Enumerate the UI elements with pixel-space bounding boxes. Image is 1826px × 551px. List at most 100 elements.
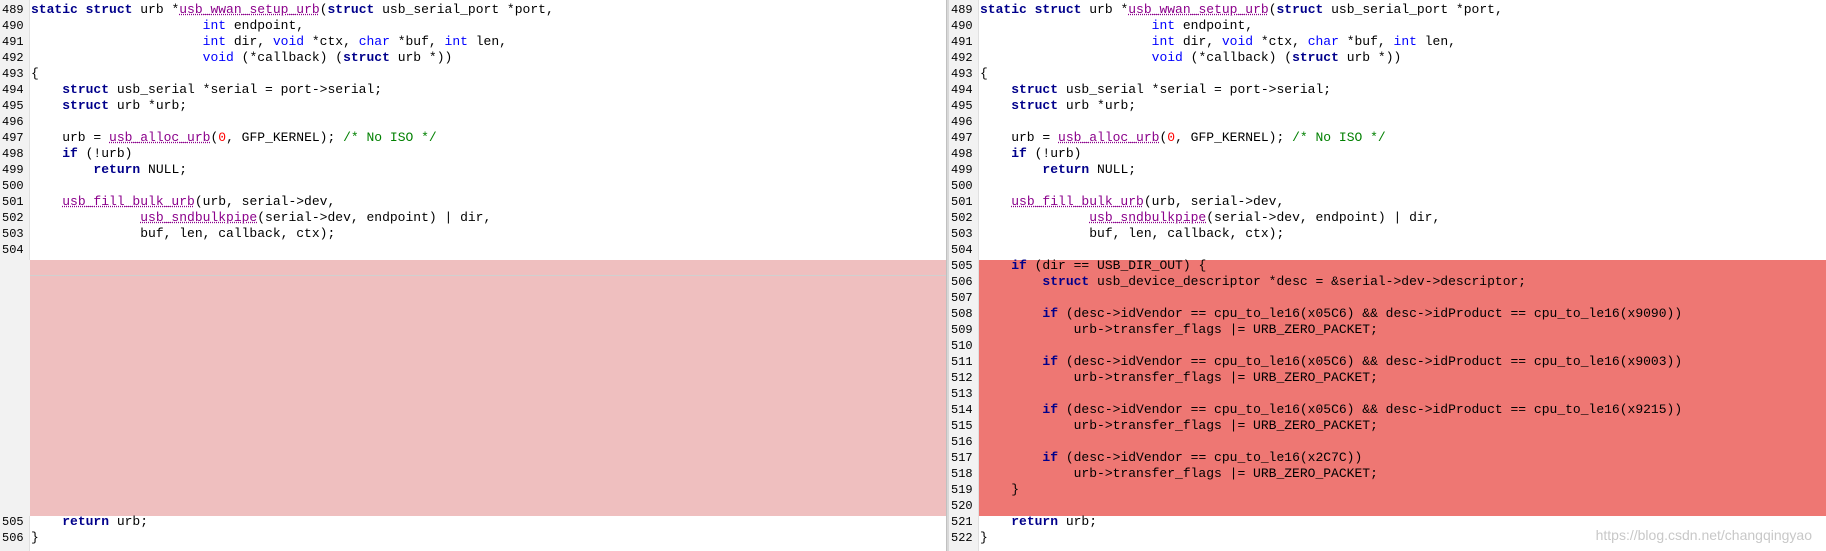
left-code-line[interactable]: 493 { [0,66,946,82]
right-code-line[interactable]: 500 [949,178,1826,194]
left-line-number: 494 [2,83,24,97]
left-code-line[interactable]: 503 buf, len, callback, ctx); [0,226,946,242]
right-line-number: 520 [951,499,973,513]
right-code-line[interactable]: 507 [949,290,1826,306]
right-code-line[interactable]: 502 usb_sndbulkpipe(serial->dev, endpoin… [949,210,1826,226]
right-line-number: 493 [951,67,973,81]
left-line-number: 500 [2,179,24,193]
right-code-line[interactable]: 506 struct usb_device_descriptor *desc =… [949,274,1826,290]
left-code-line[interactable]: 490 int endpoint, [0,18,946,34]
right-code-text: void (*callback) (struct urb *)) [1151,50,1402,65]
right-code-text: if (desc->idVendor == cpu_to_le16(x05C6)… [1042,354,1683,369]
right-code-line[interactable]: 512 urb->transfer_flags |= URB_ZERO_PACK… [949,370,1826,386]
right-code-line[interactable]: 489 static struct urb *usb_wwan_setup_urb… [949,2,1826,18]
left-code-line[interactable]: 496 [0,114,946,130]
left-code-text: struct usb_serial *serial = port->serial… [62,82,383,97]
right-code-line[interactable]: 498 if (!urb) [949,146,1826,162]
right-code-line[interactable]: 496 [949,114,1826,130]
right-line-number: 504 [951,243,973,257]
right-code-line[interactable]: 490 int endpoint, [949,18,1826,34]
right-code-text: urb->transfer_flags |= URB_ZERO_PACKET; [980,370,1378,385]
right-code-text: if (dir == USB_DIR_OUT) { [1011,258,1207,273]
right-line-number: 492 [951,51,973,65]
right-code-line[interactable]: 519 } [949,482,1826,498]
left-code-text: return NULL; [93,162,188,177]
right-code-line[interactable]: 520 [949,498,1826,514]
right-code-text: urb->transfer_flags |= URB_ZERO_PACKET; [980,418,1378,433]
right-line-number: 497 [951,131,973,145]
right-line-number: 494 [951,83,973,97]
left-line-number: 502 [2,211,24,225]
right-code-line[interactable]: 495 struct urb *urb; [949,98,1826,114]
left-code-text: static struct urb *usb_wwan_setup_urb(st… [31,2,554,17]
left-code-line[interactable]: 504 [0,242,946,258]
left-code-line[interactable]: 491 int dir, void *ctx, char *buf, int l… [0,34,946,50]
left-code-line[interactable]: 502 usb_sndbulkpipe(serial->dev, endpoin… [0,210,946,226]
right-code-text: return NULL; [1042,162,1137,177]
right-code-line[interactable]: 509 urb->transfer_flags |= URB_ZERO_PACK… [949,322,1826,338]
right-code-line[interactable]: 503 buf, len, callback, ctx); [949,226,1826,242]
left-code-line[interactable]: 499 return NULL; [0,162,946,178]
right-code-text: int endpoint, [1151,18,1254,33]
right-line-number: 518 [951,467,973,481]
right-code-text: if (desc->idVendor == cpu_to_le16(x05C6)… [1042,402,1683,417]
right-code-line[interactable]: 492 void (*callback) (struct urb *)) [949,50,1826,66]
left-code-line[interactable]: 500 [0,178,946,194]
left-code-line[interactable]: 498 if (!urb) [0,146,946,162]
left-code-text: void (*callback) (struct urb *)) [202,50,453,65]
right-code-line[interactable]: 510 [949,338,1826,354]
right-line-number: 512 [951,371,973,385]
left-code-text: usb_fill_bulk_urb(urb, serial->dev, [62,194,336,209]
right-code-line[interactable]: 494 struct usb_serial *serial = port->se… [949,82,1826,98]
right-code-line[interactable]: 497 urb = usb_alloc_urb(0, GFP_KERNEL); … [949,130,1826,146]
right-code-line[interactable]: 516 [949,434,1826,450]
left-code-line[interactable]: 497 urb = usb_alloc_urb(0, GFP_KERNEL); … [0,130,946,146]
right-line-number: 496 [951,115,973,129]
right-line-number: 501 [951,195,973,209]
right-line-number: 499 [951,163,973,177]
left-diff-pane[interactable]: 489 static struct urb *usb_wwan_setup_urb… [0,0,946,551]
right-line-number: 517 [951,451,973,465]
right-code-line[interactable]: 501 usb_fill_bulk_urb(urb, serial->dev, [949,194,1826,210]
left-code-line[interactable]: 495 struct urb *urb; [0,98,946,114]
left-code-line[interactable]: 492 void (*callback) (struct urb *)) [0,50,946,66]
right-code-line[interactable]: 514 if (desc->idVendor == cpu_to_le16(x0… [949,402,1826,418]
right-code-line[interactable]: 508 if (desc->idVendor == cpu_to_le16(x0… [949,306,1826,322]
right-code-line[interactable]: 505 if (dir == USB_DIR_OUT) { [949,258,1826,274]
right-code-line[interactable]: 504 [949,242,1826,258]
right-code-line[interactable]: 513 [949,386,1826,402]
right-code-text: if (desc->idVendor == cpu_to_le16(x2C7C)… [1042,450,1363,465]
right-code-line[interactable]: 499 return NULL; [949,162,1826,178]
right-code-line[interactable]: 511 if (desc->idVendor == cpu_to_le16(x0… [949,354,1826,370]
right-line-number: 489 [951,3,973,17]
right-code-text: } [980,482,1020,497]
right-code-line[interactable]: 518 urb->transfer_flags |= URB_ZERO_PACK… [949,466,1826,482]
left-line-number: 493 [2,67,24,81]
right-code-line[interactable]: 491 int dir, void *ctx, char *buf, int l… [949,34,1826,50]
right-diff-pane[interactable]: 489 static struct urb *usb_wwan_setup_urb… [949,0,1826,551]
right-code-text: urb->transfer_flags |= URB_ZERO_PACKET; [980,322,1378,337]
left-code-line[interactable]: 489 static struct urb *usb_wwan_setup_urb… [0,2,946,18]
left-code-text: int endpoint, [202,18,305,33]
left-line-number: 497 [2,131,24,145]
watermark-text: https://blog.csdn.net/changqingyao [1595,527,1812,543]
left-code-text: if (!urb) [62,146,133,161]
right-code-text: if (desc->idVendor == cpu_to_le16(x05C6)… [1042,306,1683,321]
right-code-line[interactable]: 515 urb->transfer_flags |= URB_ZERO_PACK… [949,418,1826,434]
right-code-text: usb_sndbulkpipe(serial->dev, endpoint) |… [1089,210,1441,225]
left-line-number: 491 [2,35,24,49]
right-line-number: 503 [951,227,973,241]
right-code-line[interactable]: 517 if (desc->idVendor == cpu_to_le16(x2… [949,450,1826,466]
left-line-number: 490 [2,19,24,33]
left-code-line[interactable]: 505 return urb; [0,514,946,530]
left-code-line[interactable]: 494 struct usb_serial *serial = port->se… [0,82,946,98]
left-code-text: struct urb *urb; [62,98,188,113]
left-line-number: 492 [2,51,24,65]
right-line-number: 513 [951,387,973,401]
left-code-line[interactable]: 501 usb_fill_bulk_urb(urb, serial->dev, [0,194,946,210]
left-code-line[interactable]: 506} [0,530,946,546]
right-line-number: 506 [951,275,973,289]
right-code-line[interactable]: 493 { [949,66,1826,82]
right-code-text: int dir, void *ctx, char *buf, int len, [1151,34,1456,49]
right-line-number: 519 [951,483,973,497]
